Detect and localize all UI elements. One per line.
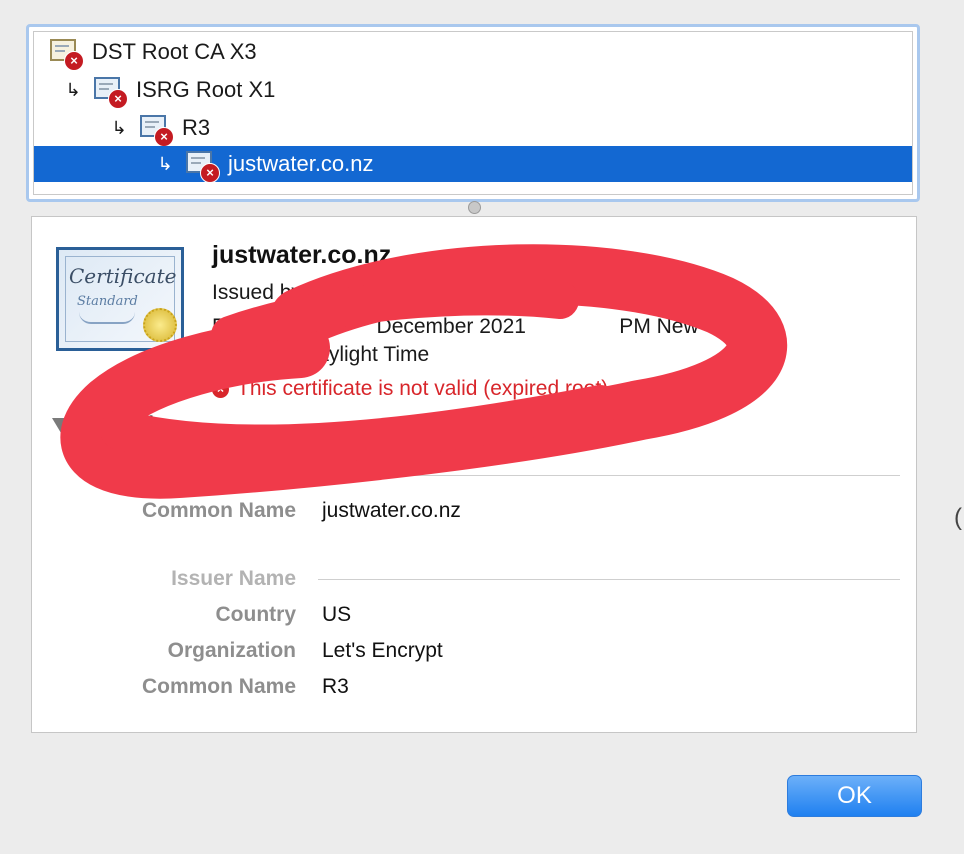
expires-text: Ex December 2021 PM New Daylight Time <box>212 313 852 369</box>
organization-label: Organization <box>167 639 296 662</box>
certificate-icon: × <box>140 115 174 147</box>
issued-by-text: Issued by: R3 <box>212 281 341 304</box>
expires-line-1: Ex December 2021 PM New <box>212 315 699 338</box>
disclosure-triangle-icon[interactable] <box>52 417 70 433</box>
child-arrow-icon: ↳ <box>111 117 127 139</box>
expires-line-2: Daylight Time <box>302 343 430 366</box>
chain-item-label: R3 <box>182 115 211 140</box>
certificate-large-icon: Certificate Standard <box>56 247 184 351</box>
certificate-title: justwater.co.nz <box>212 241 392 269</box>
chain-item-label: justwater.co.nz <box>228 151 374 176</box>
chain-item-leaf[interactable]: ↳ × justwater.co.nz <box>34 146 912 183</box>
chain-item-intermediate-1[interactable]: ↳ × ISRG Root X1 <box>34 72 912 109</box>
country-label: Country <box>215 603 297 626</box>
certificate-icon: × <box>94 77 128 109</box>
issuer-name-section-label: Issuer Name <box>171 567 296 590</box>
certificate-detail-panel: Certificate Standard justwater.co.nz Iss… <box>31 216 917 733</box>
organization-value: Let's Encrypt <box>322 639 443 662</box>
child-arrow-icon: ↳ <box>65 79 81 101</box>
certificate-chain-tree[interactable]: × DST Root CA X3 ↳ × ISRG Root X1 ↳ × R3… <box>26 24 920 202</box>
split-resize-handle[interactable] <box>468 201 481 214</box>
error-badge-icon: × <box>200 163 220 183</box>
child-arrow-icon: ↳ <box>157 153 173 175</box>
chain-item-root[interactable]: × DST Root CA X3 <box>34 34 912 71</box>
certificate-root-icon: × <box>50 39 84 71</box>
divider <box>318 475 900 476</box>
error-badge-icon: × <box>154 127 174 147</box>
chain-item-intermediate-2[interactable]: ↳ × R3 <box>34 110 912 147</box>
certificate-status-text: This certificate is not valid (expired r… <box>237 377 609 400</box>
certificate-status: × This certificate is not valid (expired… <box>212 377 608 401</box>
ok-button[interactable]: OK <box>787 775 922 817</box>
chain-list: × DST Root CA X3 ↳ × ISRG Root X1 ↳ × R3… <box>33 31 913 195</box>
certificate-image-subtitle: Standard <box>77 294 138 309</box>
details-heading: etails <box>112 413 166 436</box>
error-badge-icon: × <box>108 89 128 109</box>
certificate-icon: × <box>186 151 220 183</box>
subject-common-name-value: justwater.co.nz <box>322 499 461 522</box>
seal-icon <box>143 308 177 342</box>
country-value: US <box>322 603 352 626</box>
error-badge-icon: × <box>64 51 84 71</box>
clipped-background-text: ( <box>954 504 962 531</box>
certificate-image-title: Certificate <box>69 264 177 288</box>
divider <box>318 579 900 580</box>
issuer-common-name-label: Common Name <box>141 675 296 698</box>
issuer-common-name-value: R3 <box>322 675 349 698</box>
chain-item-label: ISRG Root X1 <box>136 77 276 102</box>
subject-common-name-label: Common Name <box>141 499 296 522</box>
error-icon: × <box>212 380 229 398</box>
chain-item-label: DST Root CA X3 <box>92 39 257 64</box>
details-disclosure[interactable]: etails <box>52 413 166 437</box>
